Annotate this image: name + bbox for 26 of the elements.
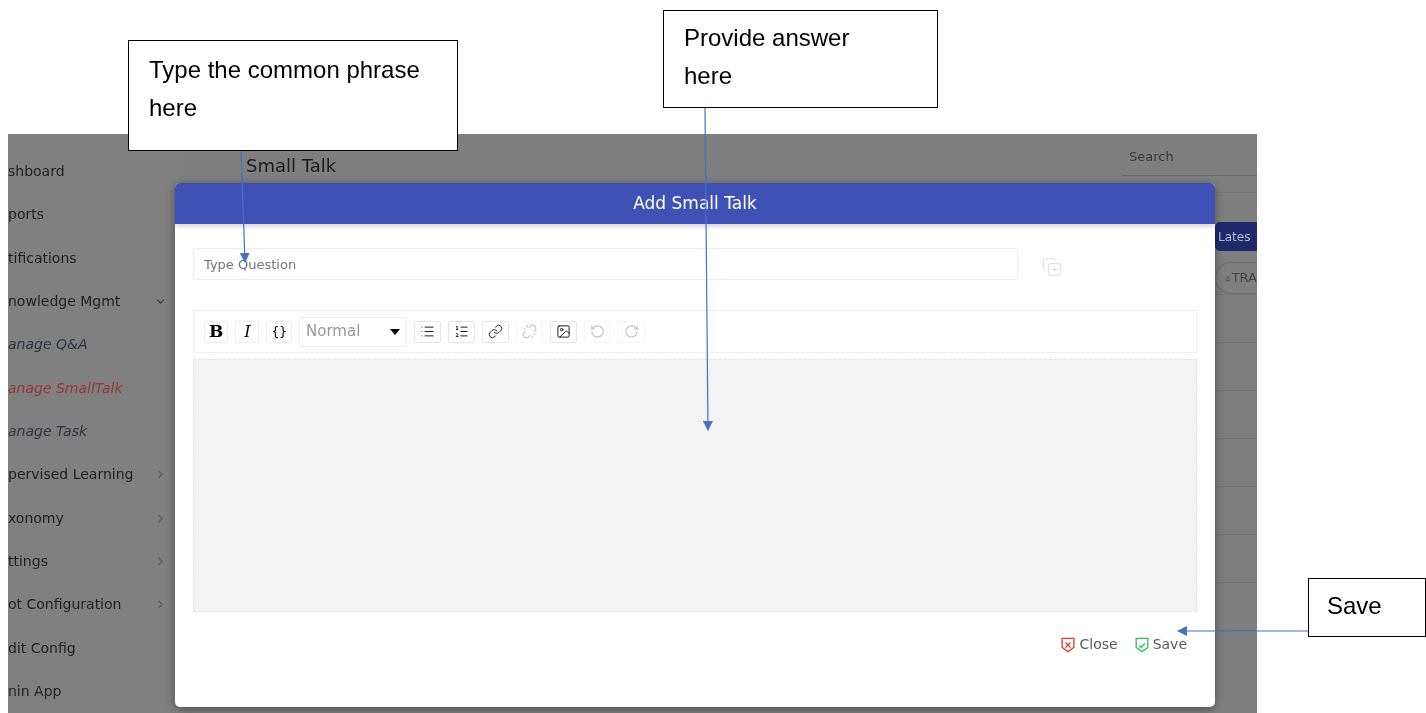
- save-button[interactable]: Save: [1131, 634, 1187, 655]
- format-dropdown[interactable]: Normal: [299, 316, 408, 347]
- italic-button[interactable]: I: [235, 320, 260, 343]
- code-button[interactable]: {}: [266, 320, 293, 343]
- dialog-title: Add Small Talk: [633, 191, 757, 215]
- sidebar-item[interactable]: shboard: [8, 150, 183, 194]
- callout-text: Provide answer here: [684, 24, 850, 89]
- latest-button[interactable]: Lates: [1215, 222, 1257, 251]
- sidebar-item[interactable]: ot Configuration: [8, 583, 183, 627]
- callout-text: Type the common phrase here: [149, 56, 420, 121]
- image-button[interactable]: [550, 320, 578, 343]
- search-field[interactable]: Search: [1122, 142, 1257, 176]
- callout-text: Save: [1327, 592, 1382, 619]
- close-button[interactable]: Close: [1058, 634, 1118, 655]
- question-field[interactable]: Type Question: [193, 248, 1018, 280]
- bold-button[interactable]: B: [204, 320, 229, 343]
- sidebar-item[interactable]: pervised Learning: [8, 453, 183, 497]
- sidebar-item[interactable]: nowledge Mgmt: [8, 279, 183, 324]
- bullets-button[interactable]: [414, 320, 442, 343]
- sidebar-item[interactable]: ttings: [8, 539, 183, 584]
- sidebar-item[interactable]: xonomy: [8, 496, 183, 540]
- copy-plus-icon: [1042, 257, 1062, 277]
- link-button[interactable]: [482, 320, 510, 343]
- page-title: Small Talk: [246, 154, 337, 178]
- numbers-button[interactable]: [448, 320, 476, 343]
- dropdown-caret-icon: [390, 328, 401, 335]
